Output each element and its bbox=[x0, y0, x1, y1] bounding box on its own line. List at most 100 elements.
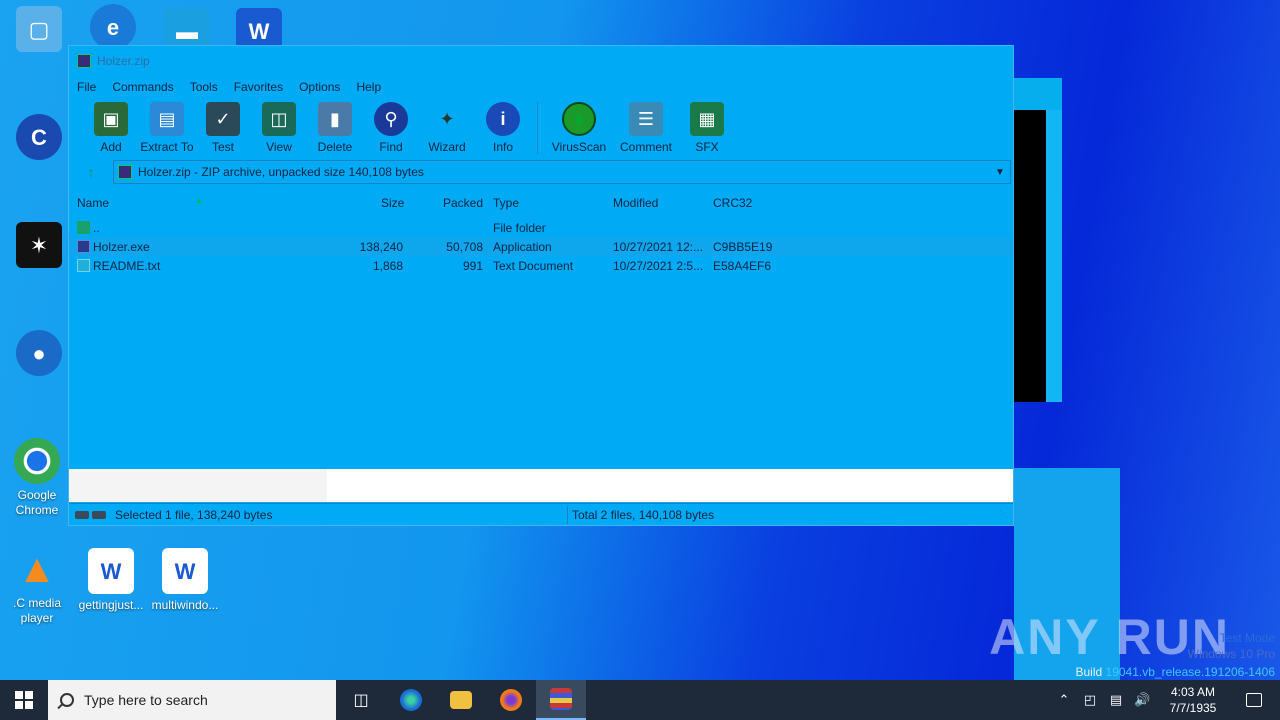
windows-logo-icon bbox=[15, 691, 33, 709]
desktop-icon-vlc[interactable]: ▲ .C media player bbox=[0, 546, 74, 626]
search-placeholder: Type here to search bbox=[84, 692, 208, 708]
toolbar-separator bbox=[537, 102, 538, 154]
comment-button[interactable]: ☰ Comment bbox=[614, 102, 678, 154]
desktop-icon-label: Google Chrome bbox=[15, 488, 59, 517]
firefox-icon bbox=[500, 689, 522, 711]
wizard-button[interactable]: ✦ Wizard bbox=[419, 102, 475, 155]
taskbar-firefox[interactable] bbox=[486, 680, 536, 720]
comment-label: Comment bbox=[619, 140, 672, 154]
window-title: Holzer.zip bbox=[97, 54, 150, 68]
background-window-content bbox=[1014, 110, 1046, 402]
recycle-bin-icon: ▢ bbox=[16, 6, 62, 52]
virusscan-button[interactable]: ● VirusScan bbox=[544, 102, 614, 154]
status-bar: Selected 1 file, 138,240 bytes Total 2 f… bbox=[69, 503, 1013, 525]
test-button[interactable]: ✓ Test bbox=[195, 102, 251, 154]
comment-icon: ☰ bbox=[629, 102, 663, 136]
info-button[interactable]: i Info bbox=[475, 102, 531, 154]
file-name: README.txt bbox=[93, 259, 161, 273]
exe-file-icon bbox=[77, 240, 90, 253]
address-dropdown[interactable]: Holzer.zip - ZIP archive, unpacked size … bbox=[113, 160, 1011, 184]
file-size: 138,240 bbox=[359, 240, 403, 254]
search-icon bbox=[60, 693, 74, 707]
column-header-type[interactable]: Type bbox=[493, 196, 519, 210]
taskbar-file-explorer[interactable] bbox=[436, 680, 486, 720]
magic-wand-icon: ✦ bbox=[439, 108, 455, 129]
status-selected: Selected 1 file, 138,240 bytes bbox=[115, 507, 273, 522]
test-mode-text: Test Mode bbox=[1219, 631, 1275, 645]
trash-icon: ▮ bbox=[318, 102, 352, 136]
extract-to-button[interactable]: ▤ Extract To bbox=[139, 102, 195, 154]
network-icon[interactable]: ▤ bbox=[1108, 692, 1124, 708]
sfx-button[interactable]: ▦ SFX bbox=[678, 102, 736, 154]
taskbar: Type here to search ◫ ⌃ ◰ ▤ 🔊 4:03 AM 7/… bbox=[0, 680, 1280, 720]
acrobat-icon: ✶ bbox=[16, 222, 62, 268]
desktop-icon-chrome[interactable]: Google Chrome bbox=[0, 438, 74, 518]
lock-icon[interactable]: ◰ bbox=[1082, 692, 1098, 708]
clock[interactable]: 4:03 AM 7/7/1935 bbox=[1160, 684, 1226, 716]
chevron-up-icon[interactable]: ⌃ bbox=[1056, 692, 1072, 708]
winrar-app-icon bbox=[77, 54, 91, 68]
desktop-icon-ccleaner[interactable]: C bbox=[2, 114, 76, 164]
clock-date: 7/7/1935 bbox=[1169, 701, 1217, 715]
up-folder-icon[interactable]: ↑ bbox=[83, 164, 99, 180]
folder-extract-icon: ▤ bbox=[150, 102, 184, 136]
file-list: ▲ Name Size Packed Type Modified CRC32 .… bbox=[69, 188, 1013, 469]
chevron-down-icon[interactable]: ▼ bbox=[990, 167, 1010, 178]
add-label: Add bbox=[100, 140, 122, 154]
build-number: 19041.vb_release.191206-1406 bbox=[1105, 665, 1275, 679]
title-bar[interactable]: Holzer.zip bbox=[69, 46, 1013, 76]
column-header-crc[interactable]: CRC32 bbox=[713, 196, 752, 210]
file-crc: C9BB5E19 bbox=[713, 240, 773, 254]
resize-grip-icon[interactable]: ⋱ bbox=[999, 509, 1011, 521]
column-header-modified[interactable]: Modified bbox=[613, 196, 658, 210]
status-divider bbox=[567, 505, 568, 524]
menu-file[interactable]: File bbox=[77, 80, 96, 94]
menu-tools[interactable]: Tools bbox=[190, 80, 218, 94]
status-icons bbox=[69, 510, 115, 519]
add-archive-icon: ▣ bbox=[94, 102, 128, 136]
volume-icon[interactable]: 🔊 bbox=[1134, 692, 1150, 708]
start-button[interactable] bbox=[0, 680, 48, 720]
taskbar-search[interactable]: Type here to search bbox=[48, 680, 336, 720]
menu-options[interactable]: Options bbox=[299, 80, 340, 94]
toolbar: ▣ Add ▤ Extract To ✓ Test ◫ View ▮ Delet… bbox=[69, 98, 1013, 158]
taskbar-winrar[interactable] bbox=[536, 680, 586, 720]
task-view-button[interactable]: ◫ bbox=[336, 680, 386, 720]
zip-archive-icon bbox=[118, 165, 132, 179]
menu-help[interactable]: Help bbox=[356, 80, 381, 94]
blank-area-left bbox=[69, 469, 327, 502]
windows-edition-text: Windows 10 Pro bbox=[1187, 647, 1275, 661]
column-header-size[interactable]: Size bbox=[381, 196, 404, 210]
desktop-icon-recycle-bin[interactable]: ▢ bbox=[2, 6, 76, 56]
view-label: View bbox=[266, 140, 292, 154]
file-row-holzer-exe[interactable]: Holzer.exe 138,240 50,708 Application 10… bbox=[69, 237, 1013, 256]
background-window-scrollbar bbox=[1046, 110, 1062, 402]
chrome-icon bbox=[14, 438, 60, 484]
delete-label: Delete bbox=[317, 140, 353, 154]
file-size: 1,868 bbox=[372, 259, 403, 273]
delete-button[interactable]: ▮ Delete bbox=[307, 102, 363, 154]
file-row-readme-txt[interactable]: README.txt 1,868 991 Text Document 10/27… bbox=[69, 256, 1013, 275]
desktop-icon-label: .C media player bbox=[12, 596, 62, 625]
desktop-icon-gettingjust[interactable]: W gettingjust... bbox=[74, 548, 148, 613]
desktop-icon-multiwindo[interactable]: W multiwindo... bbox=[148, 548, 222, 613]
sfx-archive-icon: ▦ bbox=[690, 102, 724, 136]
add-button[interactable]: ▣ Add bbox=[83, 102, 139, 154]
menu-bar: File Commands Tools Favorites Options He… bbox=[69, 76, 1013, 98]
status-total: Total 2 files, 140,108 bytes bbox=[572, 507, 715, 522]
find-button[interactable]: ⚲ Find bbox=[363, 102, 419, 154]
menu-favorites[interactable]: Favorites bbox=[234, 80, 283, 94]
desktop-icon-acrobat[interactable]: ✶ bbox=[2, 222, 76, 272]
column-header-name[interactable]: Name bbox=[77, 196, 109, 210]
column-header-packed[interactable]: Packed bbox=[443, 196, 483, 210]
view-button[interactable]: ◫ View bbox=[251, 102, 307, 154]
winrar-window: Holzer.zip File Commands Tools Favorites… bbox=[68, 45, 1014, 526]
taskbar-edge[interactable] bbox=[386, 680, 436, 720]
notification-center-button[interactable] bbox=[1236, 680, 1272, 720]
vlc-icon: ▲ bbox=[17, 546, 57, 591]
desktop-icon-app[interactable]: ● bbox=[2, 330, 76, 380]
file-row-parent[interactable]: .. File folder bbox=[69, 218, 1013, 237]
wizard-label: Wizard bbox=[428, 140, 466, 154]
menu-commands[interactable]: Commands bbox=[112, 80, 173, 94]
build-text: Build 19041.vb_release.191206-1406 bbox=[1075, 665, 1275, 679]
